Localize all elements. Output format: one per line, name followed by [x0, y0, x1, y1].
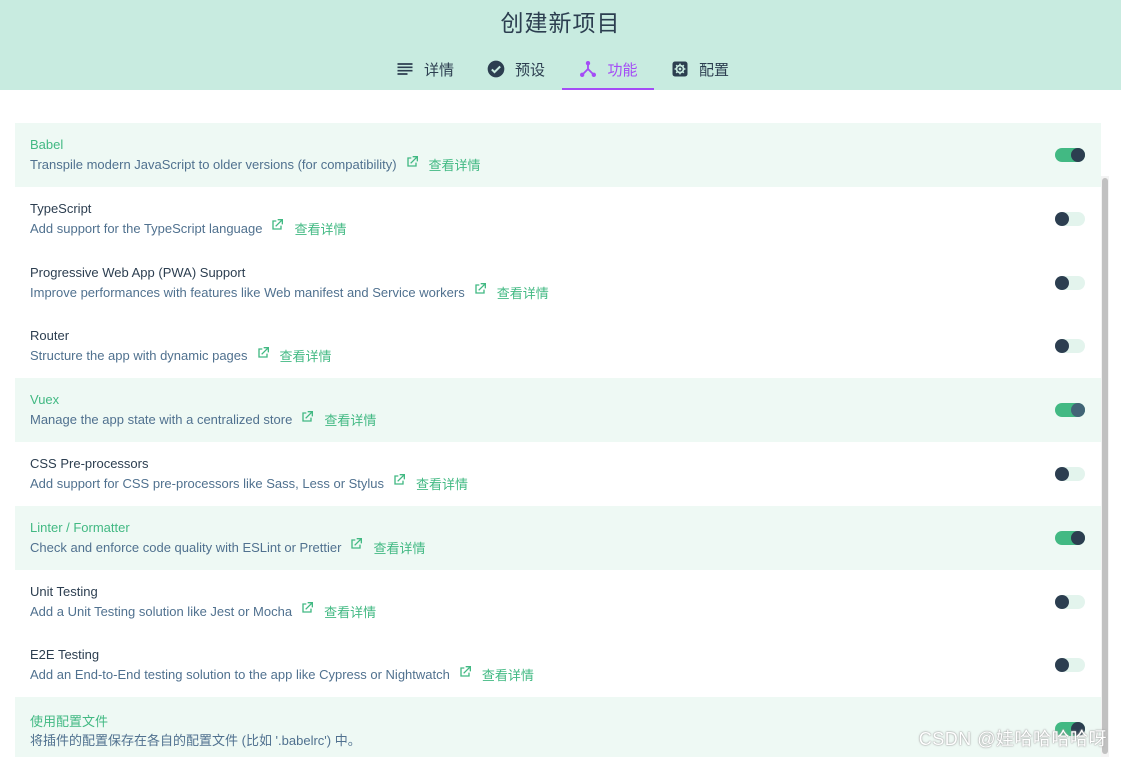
feature-description: Structure the app with dynamic pages 查看详…	[30, 346, 332, 365]
page-title: 创建新项目	[500, 10, 621, 36]
feature-toggle[interactable]	[1055, 148, 1085, 162]
feature-toggle[interactable]	[1055, 403, 1085, 418]
feature-description: Check and enforce code quality with ESLi…	[30, 538, 425, 557]
feature-toggle[interactable]	[1055, 275, 1085, 290]
feature-toggle[interactable]	[1055, 594, 1085, 609]
toggle-knob	[1071, 403, 1085, 418]
feature-name: Vuex	[30, 392, 60, 408]
scrollbar[interactable]	[1101, 176, 1109, 757]
config-file-description: 将插件的配置保存在各自的配置文件 (比如 '.babelrc') 中。	[30, 733, 361, 749]
watermark: CSDN @娃哈哈哈哈呀	[918, 729, 1107, 749]
feature-row-typescript[interactable]: TypeScript Add support for the TypeScrip…	[15, 187, 1101, 251]
details-link[interactable]: 查看详情	[429, 155, 481, 174]
external-link-icon[interactable]	[299, 409, 315, 425]
feature-row-babel[interactable]: Babel Transpile modern JavaScript to old…	[15, 123, 1101, 187]
tab-details[interactable]: 详情	[395, 51, 454, 90]
tab-label: 详情	[424, 62, 455, 79]
feature-name: TypeScript	[30, 200, 92, 216]
feature-description: Add support for CSS pre-processors like …	[30, 474, 468, 493]
details-link[interactable]: 查看详情	[497, 283, 549, 302]
details-link[interactable]: 查看详情	[416, 474, 468, 493]
tab-label: 预设	[515, 62, 546, 79]
tab-config[interactable]: 配置	[670, 51, 729, 90]
description-text: Add an End-to-End testing solution to th…	[30, 667, 450, 683]
details-link[interactable]: 查看详情	[482, 665, 534, 684]
feature-name: Router	[30, 328, 70, 344]
details-link[interactable]: 查看详情	[324, 602, 376, 621]
external-link-icon[interactable]	[299, 600, 315, 616]
description-text: Add a Unit Testing solution like Jest or…	[30, 603, 293, 619]
feature-toggle[interactable]	[1055, 530, 1085, 545]
feature-description: Add support for the TypeScript language …	[30, 219, 347, 238]
toggle-knob	[1055, 594, 1069, 609]
feature-toggle[interactable]	[1055, 211, 1085, 226]
description-text: Add support for the TypeScript language	[30, 220, 263, 236]
tab-presets[interactable]: 预设	[486, 51, 545, 90]
tab-label: 配置	[699, 62, 730, 79]
external-link-icon[interactable]	[457, 664, 473, 680]
feature-row-linter[interactable]: Linter / Formatter Check and enforce cod…	[15, 505, 1101, 570]
config-file-name: 使用配置文件	[30, 714, 109, 730]
details-link[interactable]: 查看详情	[373, 538, 425, 557]
description-text: Structure the app with dynamic pages	[30, 348, 248, 364]
feature-name: Unit Testing	[30, 583, 98, 599]
feature-name: CSS Pre-processors	[30, 455, 149, 471]
details-link[interactable]: 查看详情	[294, 219, 346, 238]
details-link[interactable]: 查看详情	[324, 410, 376, 429]
toggle-knob	[1055, 339, 1069, 354]
toggle-knob	[1055, 275, 1069, 290]
list-icon	[397, 63, 413, 75]
feature-description: Add an End-to-End testing solution to th…	[30, 665, 534, 684]
external-link-icon[interactable]	[404, 154, 420, 170]
feature-row-unit-testing[interactable]: Unit Testing Add a Unit Testing solution…	[15, 570, 1101, 634]
external-link-icon[interactable]	[255, 345, 271, 361]
gear-icon	[672, 61, 688, 77]
feature-toggle[interactable]	[1055, 339, 1085, 354]
external-link-icon[interactable]	[391, 472, 407, 488]
feature-toggle[interactable]	[1055, 658, 1085, 673]
feature-row-router[interactable]: Router Structure the app with dynamic pa…	[15, 314, 1101, 378]
toggle-knob	[1055, 466, 1069, 481]
feature-toggle[interactable]	[1055, 466, 1085, 481]
feature-row-css-preprocessors[interactable]: CSS Pre-processors Add support for CSS p…	[15, 442, 1101, 506]
feature-row-vuex[interactable]: Vuex Manage the app state with a central…	[15, 378, 1101, 442]
description-text: Add support for CSS pre-processors like …	[30, 475, 385, 491]
tab-features[interactable]: 功能	[562, 51, 654, 90]
feature-name: Babel	[30, 137, 64, 152]
header: 创建新项目 详情 预设 功能 配置	[0, 0, 1121, 90]
toggle-knob	[1055, 211, 1069, 226]
description-text: Manage the app state with a centralized …	[30, 412, 293, 428]
feature-description: Transpile modern JavaScript to older ver…	[30, 155, 481, 174]
description-text: Transpile modern JavaScript to older ver…	[30, 157, 397, 172]
feature-name: E2E Testing	[30, 647, 100, 663]
description-text: Improve performances with features like …	[30, 284, 465, 300]
feature-list: Babel Transpile modern JavaScript to old…	[15, 123, 1101, 757]
check-circle-icon	[487, 60, 505, 78]
feature-description: Improve performances with features like …	[30, 283, 549, 302]
feature-description: Add a Unit Testing solution like Jest or…	[30, 602, 376, 621]
toggle-knob	[1071, 148, 1085, 162]
external-link-icon[interactable]	[348, 536, 364, 552]
feature-description: Manage the app state with a centralized …	[30, 410, 376, 429]
fork-icon	[580, 61, 597, 77]
scrollbar-thumb[interactable]	[1102, 178, 1108, 754]
external-link-icon[interactable]	[269, 217, 285, 233]
feature-row-e2e-testing[interactable]: E2E Testing Add an End-to-End testing so…	[15, 633, 1101, 697]
feature-name: Linter / Formatter	[30, 519, 130, 535]
feature-name: Progressive Web App (PWA) Support	[30, 264, 246, 280]
external-link-icon[interactable]	[472, 281, 488, 297]
toggle-knob	[1071, 530, 1085, 545]
tab-label: 功能	[607, 62, 638, 79]
toggle-knob	[1055, 658, 1069, 673]
feature-row-pwa[interactable]: Progressive Web App (PWA) Support Improv…	[15, 251, 1101, 315]
details-link[interactable]: 查看详情	[280, 346, 332, 365]
description-text: Check and enforce code quality with ESLi…	[30, 539, 342, 555]
